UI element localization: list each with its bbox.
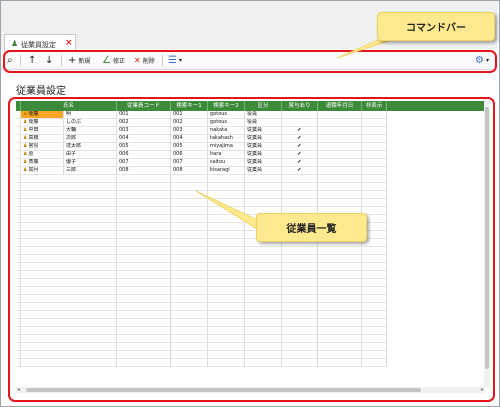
callout-employee-list: 従業員一覧 [256,213,367,242]
callout-command-bar: コマンドバー [377,12,495,41]
callout-pointer-employee [195,190,263,233]
callout-pointers [195,33,411,233]
